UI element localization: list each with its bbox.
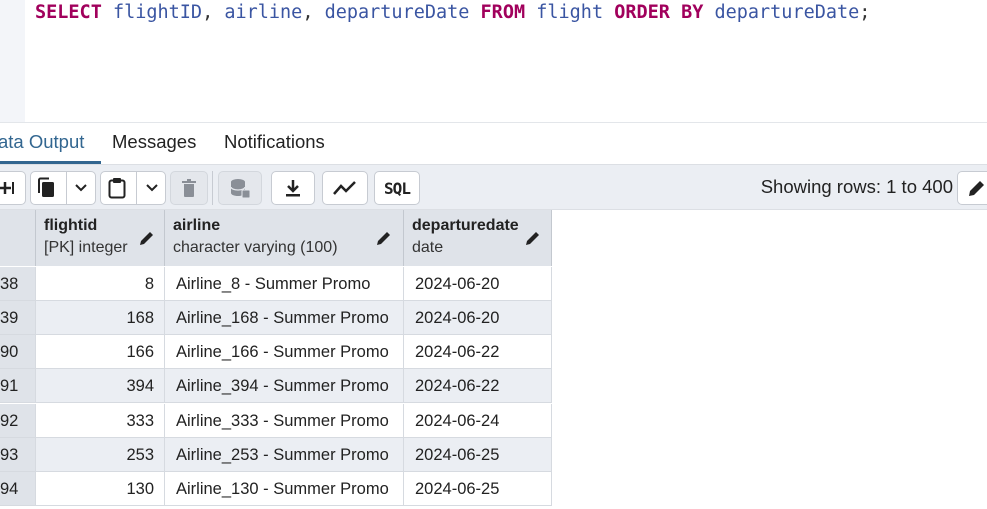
- cell-departuredate[interactable]: 2024-06-25: [404, 472, 552, 506]
- cell-departuredate[interactable]: 2024-06-22: [404, 335, 552, 369]
- column-name: flightid: [44, 217, 98, 234]
- add-row-button[interactable]: [0, 171, 26, 205]
- cell-departuredate[interactable]: 2024-06-22: [404, 369, 552, 403]
- cell-flightid[interactable]: 8: [36, 267, 165, 301]
- delete-button[interactable]: [170, 171, 208, 205]
- copy-icon: [38, 177, 54, 197]
- pencil-icon[interactable]: [139, 230, 155, 246]
- toolbar-separator: [212, 171, 213, 205]
- cell-airline[interactable]: Airline_253 - Summer Promo: [165, 438, 404, 472]
- column-header-airline[interactable]: airline character varying (100): [165, 210, 404, 266]
- column-header-flightid[interactable]: flightid [PK] integer: [36, 210, 165, 266]
- row-number[interactable]: 39: [0, 301, 36, 335]
- graph-icon: [333, 181, 356, 195]
- edit-button[interactable]: [957, 171, 987, 205]
- cell-departuredate[interactable]: 2024-06-24: [404, 404, 552, 438]
- sql-identifier: flight: [536, 2, 604, 23]
- save-data-button[interactable]: [218, 171, 262, 205]
- cell-departuredate[interactable]: 2024-06-20: [404, 267, 552, 301]
- column-type: [PK] integer: [44, 239, 128, 256]
- pencil-icon[interactable]: [376, 230, 392, 246]
- tab-notifications[interactable]: Notifications: [224, 131, 325, 164]
- cell-airline[interactable]: Airline_168 - Summer Promo: [165, 301, 404, 335]
- column-header-departuredate[interactable]: departuredate date: [404, 210, 552, 266]
- cell-flightid[interactable]: 166: [36, 335, 165, 369]
- editor-gutter: [0, 0, 25, 122]
- column-name: departuredate: [412, 217, 519, 234]
- sql-keyword: FROM: [480, 2, 526, 23]
- rows-count-status: Showing rows: 1 to 400: [760, 176, 953, 197]
- tab-data-output[interactable]: ata Output: [0, 131, 101, 164]
- sql-keyword: SELECT: [35, 2, 102, 23]
- cell-flightid[interactable]: 130: [36, 472, 165, 506]
- results-toolbar: SQL Showing rows: 1 to 400: [0, 164, 987, 210]
- trash-icon: [182, 179, 196, 197]
- sql-keyword: ORDER: [614, 2, 670, 23]
- query-editor[interactable]: SELECT flightID, airline, departureDate …: [0, 0, 987, 122]
- cell-departuredate[interactable]: 2024-06-20: [404, 301, 552, 335]
- paste-icon: [108, 178, 126, 199]
- cell-airline[interactable]: Airline_333 - Summer Promo: [165, 404, 404, 438]
- add-row-icon: [0, 182, 14, 194]
- row-number[interactable]: 93: [0, 438, 36, 472]
- sql-button-label: SQL: [384, 178, 411, 198]
- cell-airline[interactable]: Airline_8 - Summer Promo: [165, 267, 404, 301]
- row-number-header: [0, 210, 36, 266]
- copy-button[interactable]: [30, 171, 96, 205]
- row-number[interactable]: 90: [0, 335, 36, 369]
- cell-flightid[interactable]: 333: [36, 404, 165, 438]
- chevron-down-icon[interactable]: [73, 182, 89, 194]
- sql-identifier: departureDate: [714, 2, 860, 23]
- pencil-icon: [969, 181, 984, 196]
- sql-query-line[interactable]: SELECT flightID, airline, departureDate …: [35, 2, 870, 24]
- row-number[interactable]: 91: [0, 369, 36, 403]
- sql-identifier: flightID: [112, 2, 203, 23]
- paste-button[interactable]: [100, 171, 166, 205]
- cell-airline[interactable]: Airline_394 - Summer Promo: [165, 369, 404, 403]
- graph-visualiser-button[interactable]: [322, 171, 368, 205]
- sql-keyword: BY: [681, 2, 704, 23]
- save-data-icon: [230, 179, 251, 199]
- cell-departuredate[interactable]: 2024-06-25: [404, 438, 552, 472]
- tab-messages[interactable]: Messages: [112, 131, 196, 164]
- row-number[interactable]: 94: [0, 472, 36, 506]
- cell-airline[interactable]: Airline_130 - Summer Promo: [165, 472, 404, 506]
- download-button[interactable]: [271, 171, 315, 205]
- column-name: airline: [173, 217, 221, 234]
- pencil-icon[interactable]: [525, 230, 541, 246]
- cell-airline[interactable]: Airline_166 - Summer Promo: [165, 335, 404, 369]
- sql-button[interactable]: SQL: [374, 171, 420, 205]
- download-icon: [286, 180, 300, 197]
- cell-flightid[interactable]: 394: [36, 369, 165, 403]
- sql-identifier: airline: [224, 2, 303, 23]
- row-number[interactable]: 92: [0, 404, 36, 438]
- column-type: character varying (100): [173, 239, 338, 256]
- cell-flightid[interactable]: 168: [36, 301, 165, 335]
- chevron-down-icon[interactable]: [144, 182, 160, 194]
- row-number[interactable]: 38: [0, 267, 36, 301]
- sql-identifier: departureDate: [324, 2, 470, 23]
- column-type: date: [412, 239, 444, 256]
- cell-flightid[interactable]: 253: [36, 438, 165, 472]
- results-tab-bar: ata Output Messages Notifications: [0, 122, 987, 165]
